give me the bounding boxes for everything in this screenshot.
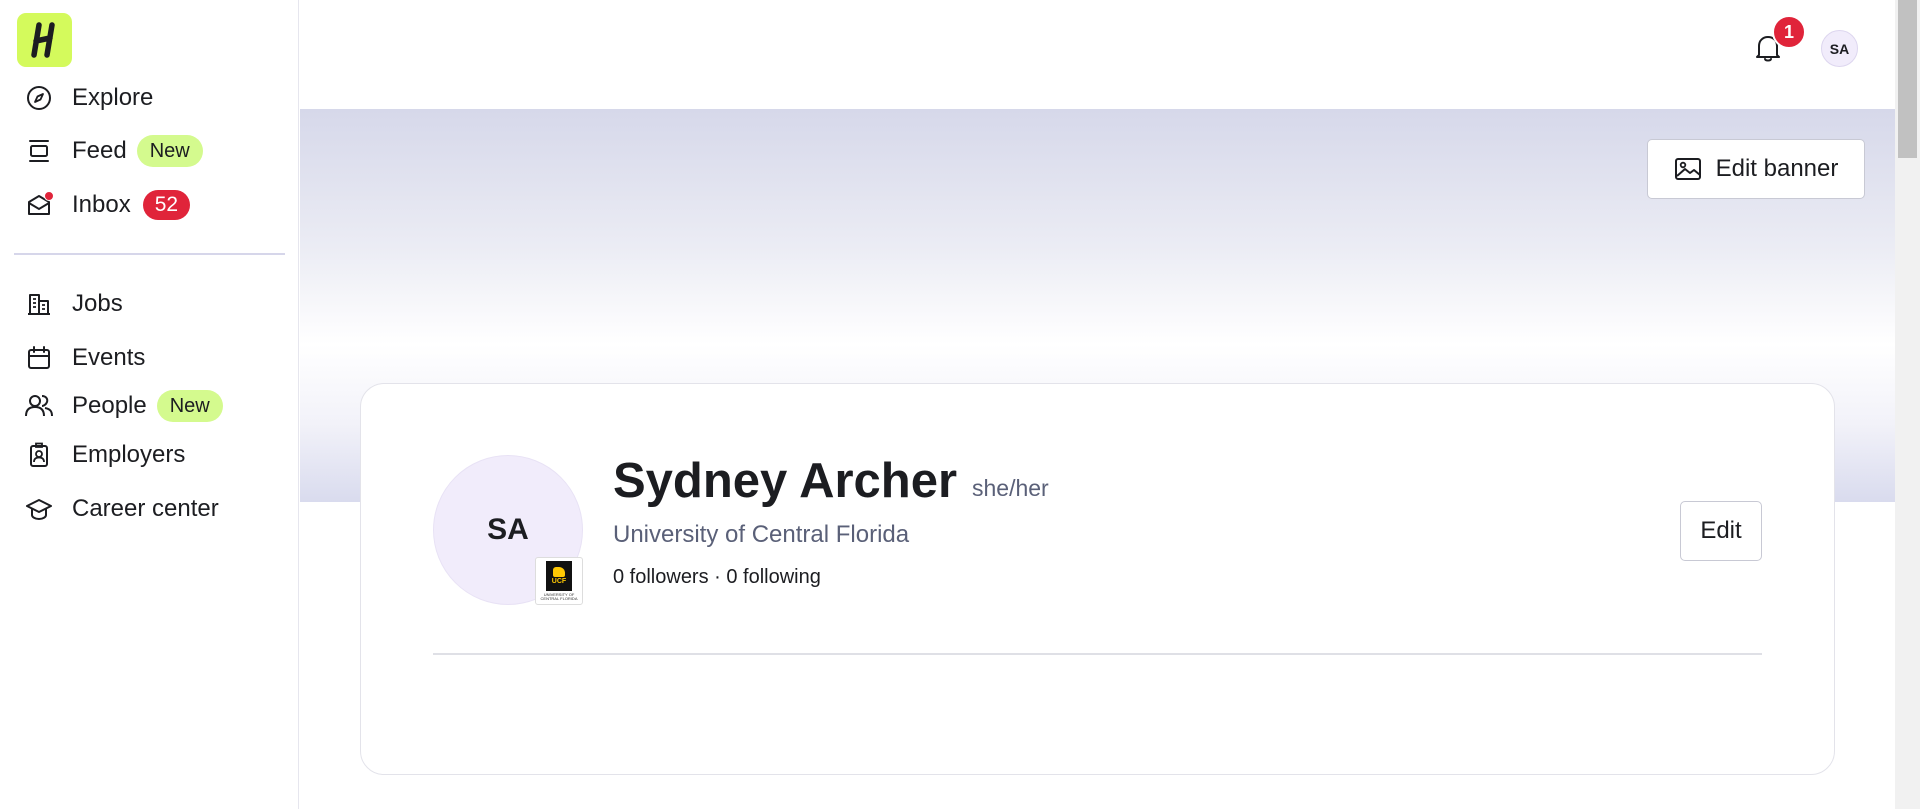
inbox-icon bbox=[24, 190, 54, 220]
top-bar bbox=[300, 0, 1895, 109]
edit-profile-label: Edit bbox=[1700, 517, 1742, 544]
sidebar-item-label: Events bbox=[72, 344, 146, 371]
graduation-cap-icon bbox=[24, 494, 54, 524]
sidebar-item-label: Feed bbox=[72, 137, 127, 164]
sidebar: Explore Feed New Inbox 52 Jobs Events Pe… bbox=[0, 0, 299, 809]
sidebar-item-employers[interactable]: Employers bbox=[24, 435, 185, 475]
inbox-count-badge: 52 bbox=[142, 190, 191, 220]
school-logo-subtext: UNIVERSITY OF CENTRAL FLORIDA bbox=[540, 592, 578, 601]
building-icon bbox=[24, 289, 54, 319]
ucf-shield-icon: UCF bbox=[546, 561, 572, 591]
unread-dot bbox=[44, 191, 54, 201]
profile-school[interactable]: University of Central Florida bbox=[613, 521, 909, 549]
sidebar-item-career-center[interactable]: Career center bbox=[24, 489, 219, 529]
sidebar-item-label: Explore bbox=[72, 84, 154, 111]
sidebar-item-people[interactable]: People New bbox=[24, 386, 223, 426]
card-divider bbox=[433, 653, 1762, 655]
id-badge-icon bbox=[24, 440, 54, 470]
new-badge: New bbox=[156, 390, 223, 422]
profile-initials: SA bbox=[487, 513, 529, 546]
sidebar-item-label: People bbox=[72, 392, 147, 419]
followers-following[interactable]: 0 followers · 0 following bbox=[613, 566, 821, 589]
scrollbar-thumb[interactable] bbox=[1898, 0, 1917, 158]
sidebar-item-events[interactable]: Events bbox=[24, 338, 145, 378]
logo-h-icon bbox=[30, 22, 55, 58]
school-logo-text: UCF bbox=[551, 578, 567, 585]
sidebar-item-jobs[interactable]: Jobs bbox=[24, 284, 123, 324]
edit-banner-button[interactable]: Edit banner bbox=[1647, 139, 1865, 199]
new-badge: New bbox=[136, 135, 203, 167]
pegasus-icon bbox=[553, 567, 565, 577]
edit-banner-label: Edit banner bbox=[1715, 155, 1839, 182]
image-icon bbox=[1674, 158, 1701, 180]
feed-icon bbox=[24, 136, 54, 166]
calendar-icon bbox=[24, 343, 54, 373]
sidebar-divider bbox=[14, 253, 285, 255]
sidebar-item-explore[interactable]: Explore bbox=[24, 78, 153, 118]
sidebar-item-feed[interactable]: Feed New bbox=[24, 131, 203, 171]
profile-name: Sydney Archer bbox=[613, 454, 958, 508]
profile-pronouns: she/her bbox=[972, 475, 1049, 501]
people-icon bbox=[24, 391, 54, 421]
sidebar-item-label: Career center bbox=[72, 495, 219, 522]
sidebar-item-label: Employers bbox=[72, 441, 186, 468]
compass-icon bbox=[24, 83, 54, 113]
sidebar-item-label: Jobs bbox=[72, 290, 123, 317]
sidebar-item-inbox[interactable]: Inbox 52 bbox=[24, 185, 191, 225]
school-logo: UCF UNIVERSITY OF CENTRAL FLORIDA bbox=[535, 557, 583, 605]
sidebar-item-label: Inbox bbox=[72, 191, 131, 218]
handshake-logo[interactable] bbox=[17, 13, 72, 67]
user-avatar-button[interactable]: SA bbox=[1821, 30, 1858, 67]
notification-count-badge: 1 bbox=[1772, 15, 1806, 49]
edit-profile-button[interactable]: Edit bbox=[1680, 501, 1762, 561]
